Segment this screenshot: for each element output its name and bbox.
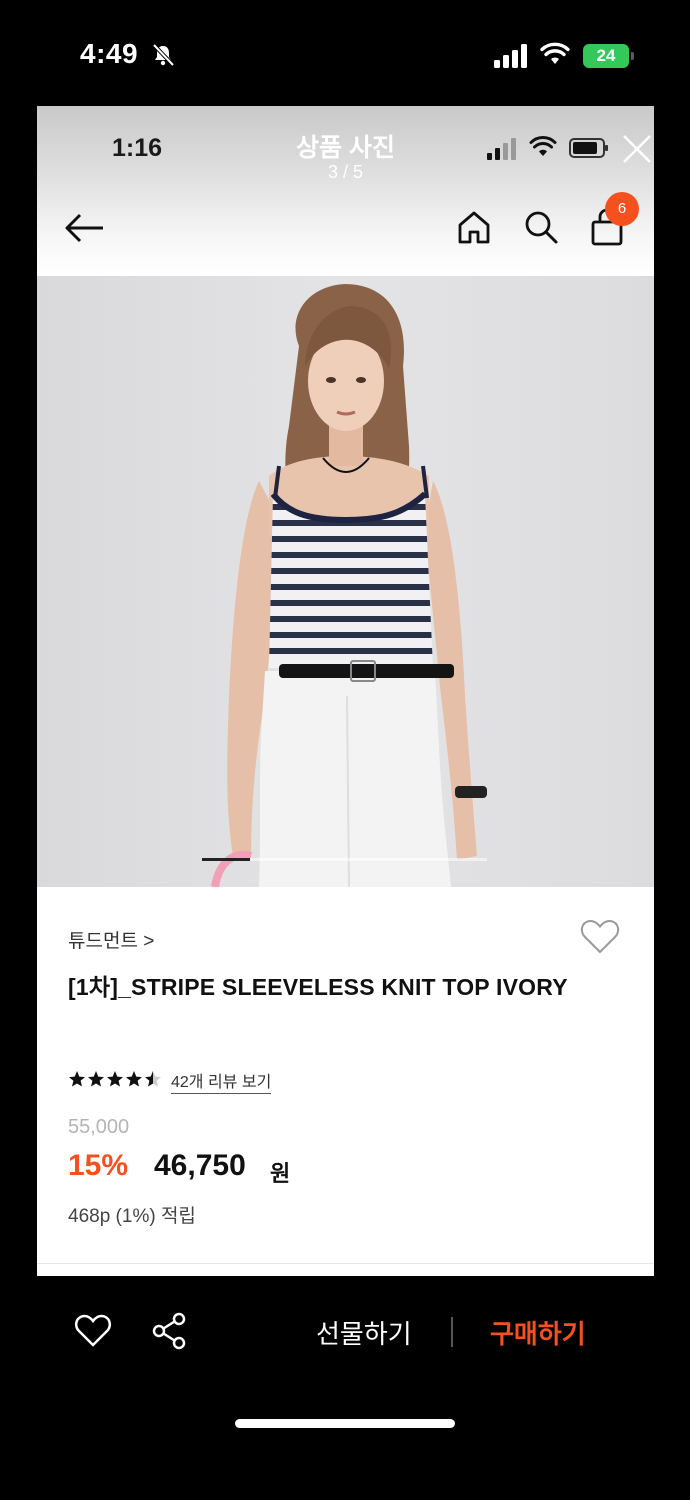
rating-stars xyxy=(69,1071,161,1087)
brand-link[interactable]: 튜드먼트 > xyxy=(68,926,154,953)
model-image xyxy=(211,284,487,887)
inner-wifi-icon xyxy=(529,136,557,156)
wifi-icon xyxy=(540,42,570,64)
cellular-signal-icon xyxy=(494,44,527,68)
heart-icon[interactable] xyxy=(74,1313,112,1349)
bell-off-icon xyxy=(152,43,175,67)
original-price: 55,000 xyxy=(68,1116,130,1138)
divider xyxy=(37,1263,654,1264)
device-time: 4:49 xyxy=(80,38,139,69)
viewer-title: 상품 사진 xyxy=(296,134,395,162)
back-arrow-icon[interactable] xyxy=(63,210,107,246)
close-icon[interactable] xyxy=(620,132,654,166)
home-indicator[interactable] xyxy=(235,1419,455,1428)
device-status-bar: 4:49 24 xyxy=(0,0,690,106)
button-separator xyxy=(451,1317,453,1347)
sale-price: 46,750 xyxy=(154,1149,246,1182)
currency-unit: 원 xyxy=(270,1161,291,1186)
photo-counter: 3 / 5 xyxy=(327,162,364,182)
cart-count-badge: 6 xyxy=(605,192,639,226)
inner-signal-icon xyxy=(487,138,516,160)
buy-button[interactable]: 구매하기 xyxy=(490,1314,586,1351)
review-link[interactable]: 42개 리뷰 보기 xyxy=(171,1068,272,1094)
share-icon[interactable] xyxy=(150,1311,188,1351)
reward-points: 468p (1%) 적립 xyxy=(68,1206,196,1227)
product-name: [1차]_STRIPE SLEEVELESS KNIT TOP IVORY xyxy=(68,974,568,1000)
gift-button[interactable]: 선물하기 xyxy=(316,1314,412,1351)
product-photo[interactable] xyxy=(37,276,654,887)
wishlist-heart-icon[interactable] xyxy=(579,918,621,956)
battery-icon: 24 xyxy=(583,44,634,68)
search-icon[interactable] xyxy=(522,208,560,246)
home-icon[interactable] xyxy=(455,208,493,246)
discount-rate: 15% xyxy=(68,1149,129,1182)
bottom-action-bar xyxy=(0,1276,690,1500)
inner-battery-icon xyxy=(569,138,608,158)
viewer-header: 1:16 상품 사진 3 / 5 6 xyxy=(37,106,654,276)
gallery-progress-fill xyxy=(202,858,250,861)
product-viewer-card: 1:16 상품 사진 3 / 5 6 튜드먼트 > [1차]_STRIPE SL… xyxy=(37,106,654,1276)
